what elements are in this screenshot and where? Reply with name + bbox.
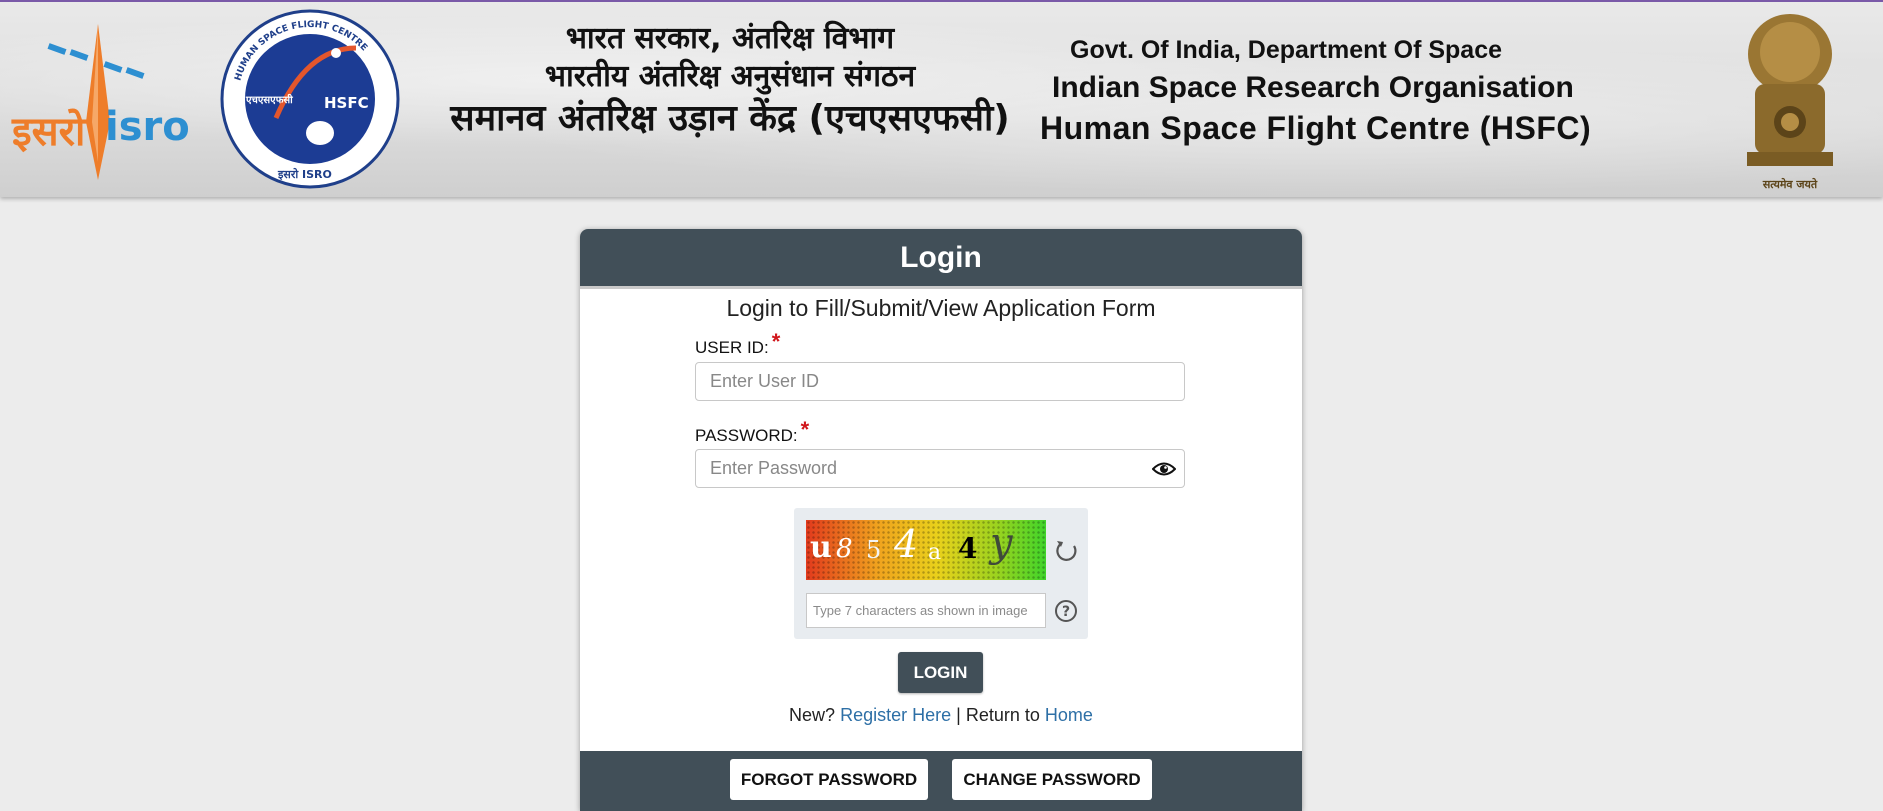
forgot-password-button[interactable]: FORGOT PASSWORD bbox=[730, 759, 928, 800]
captcha-char: y bbox=[990, 520, 1013, 566]
show-password-eye-icon[interactable] bbox=[1152, 459, 1176, 479]
change-password-button[interactable]: CHANGE PASSWORD bbox=[952, 759, 1152, 800]
user-id-label: USER ID: * bbox=[695, 329, 780, 359]
user-id-label-text: USER ID: bbox=[695, 338, 769, 357]
links-separator: | bbox=[956, 705, 961, 725]
english-title-line-1: Govt. Of India, Department Of Space bbox=[1070, 36, 1503, 64]
isro-hindi-wordmark: इसरो bbox=[12, 109, 86, 155]
login-title: Login bbox=[580, 229, 1302, 289]
hindi-title-block: भारत सरकार, अंतरिक्ष विभाग भारतीय अंतरिक… bbox=[420, 20, 1040, 142]
hindi-title-line-1: भारत सरकार, अंतरिक्ष विभाग bbox=[565, 21, 895, 56]
svg-text:सत्यमेव जयते: सत्यमेव जयते bbox=[1762, 177, 1818, 191]
english-title-line-3: Human Space Flight Centre (HSFC) bbox=[1040, 110, 1592, 146]
svg-text:एचएसएफसी: एचएसएफसी bbox=[245, 93, 293, 106]
national-emblem-icon: सत्यमेव जयते bbox=[1747, 14, 1833, 191]
register-link[interactable]: Register Here bbox=[840, 705, 951, 725]
password-input[interactable] bbox=[695, 449, 1185, 488]
hindi-title-line-3: समानव अंतरिक्ष उड़ान केंद्र (एचएसएफसी) bbox=[450, 98, 1010, 139]
login-button[interactable]: LOGIN bbox=[898, 652, 983, 693]
captcha-image: u 8 5 4 a 4 y bbox=[806, 520, 1046, 580]
card-footer: FORGOT PASSWORD CHANGE PASSWORD bbox=[580, 751, 1302, 811]
captcha-char: 4 bbox=[894, 522, 919, 566]
captcha-char: u bbox=[810, 530, 832, 565]
svg-text:इसरो ISRO: इसरो ISRO bbox=[277, 167, 332, 181]
captcha-char: 5 bbox=[866, 536, 882, 564]
user-id-input[interactable] bbox=[695, 362, 1185, 401]
captcha-char: a bbox=[928, 540, 942, 565]
captcha-help-icon[interactable]: ? bbox=[1054, 599, 1078, 623]
english-title-line-2: Indian Space Research Organisation bbox=[1052, 71, 1574, 104]
captcha-char: 8 bbox=[836, 534, 853, 564]
captcha-input[interactable] bbox=[806, 593, 1046, 628]
svg-text:HSFC: HSFC bbox=[324, 94, 369, 112]
login-card: Login Login to Fill/Submit/View Applicat… bbox=[580, 229, 1302, 811]
password-label-text: PASSWORD: bbox=[695, 426, 798, 445]
required-mark: * bbox=[771, 329, 781, 354]
login-subtitle: Login to Fill/Submit/View Application Fo… bbox=[726, 295, 1156, 321]
refresh-captcha-icon[interactable] bbox=[1054, 538, 1080, 564]
captcha-char: 4 bbox=[958, 532, 978, 565]
new-user-text: New? bbox=[789, 705, 836, 725]
captcha-panel: u 8 5 4 a 4 y ? bbox=[794, 508, 1088, 639]
return-text: Return to bbox=[965, 705, 1040, 725]
home-link[interactable]: Home bbox=[1045, 705, 1093, 725]
register-home-links: New? Register Here | Return to Home bbox=[580, 705, 1302, 726]
header-banner: इसरो isro HUMAN SPACE FLIGHT CENTRE HSFC… bbox=[0, 0, 1883, 197]
isro-english-wordmark: isro bbox=[105, 104, 190, 150]
svg-text:?: ? bbox=[1062, 604, 1070, 620]
required-mark: * bbox=[800, 417, 810, 442]
hsfc-emblem-icon: HUMAN SPACE FLIGHT CENTRE HSFC एचएसएफसी … bbox=[220, 9, 400, 189]
english-title-block: Govt. Of India, Department Of Space Indi… bbox=[1040, 32, 1600, 148]
hindi-title-line-2: भारतीय अंतरिक्ष अनुसंधान संगठन bbox=[544, 59, 916, 94]
password-label: PASSWORD: * bbox=[695, 417, 809, 447]
